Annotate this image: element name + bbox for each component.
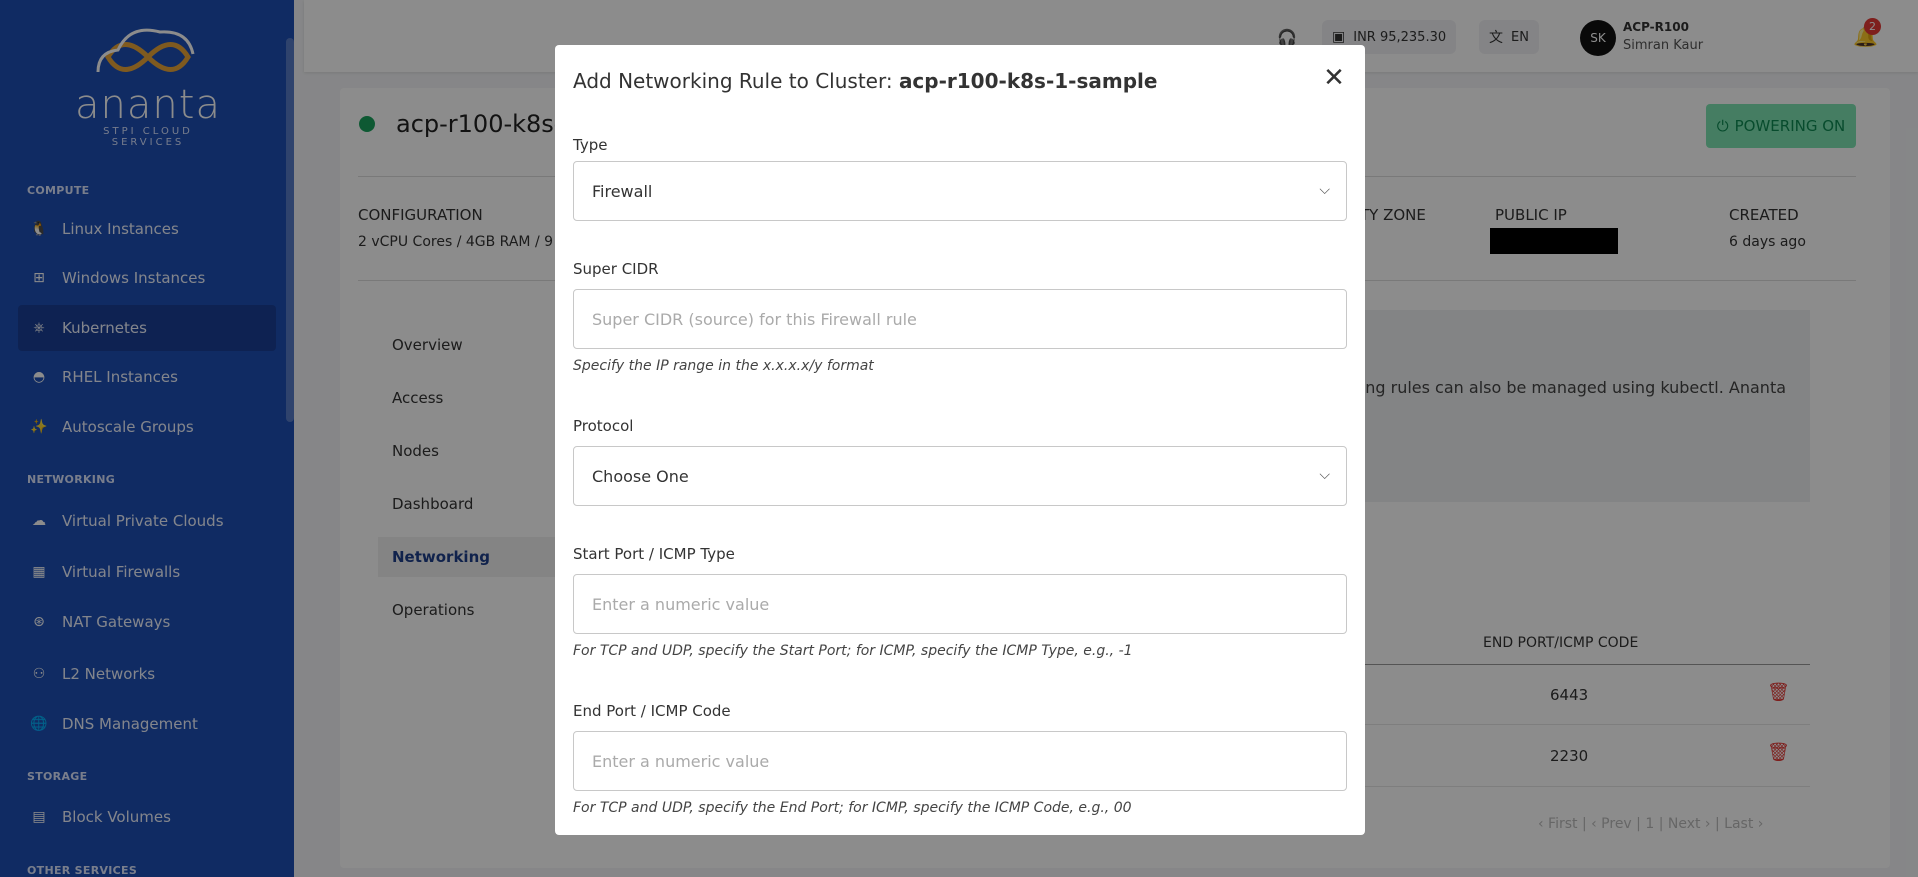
- modal-title: Add Networking Rule to Cluster: acp-r100…: [573, 69, 1157, 93]
- chevron-down-icon: ⌵: [1319, 467, 1330, 483]
- cidr-label: Super CIDR: [573, 260, 659, 278]
- protocol-label: Protocol: [573, 417, 634, 435]
- modal-title-cluster: acp-r100-k8s-1-sample: [898, 69, 1158, 93]
- start-port-label: Start Port / ICMP Type: [573, 545, 735, 563]
- end-port-field[interactable]: [573, 731, 1347, 791]
- start-port-hint: For TCP and UDP, specify the Start Port;…: [573, 643, 1133, 659]
- protocol-select[interactable]: Choose One ⌵: [573, 446, 1347, 506]
- close-icon[interactable]: ✕: [1319, 63, 1349, 93]
- add-networking-rule-modal: Add Networking Rule to Cluster: acp-r100…: [555, 45, 1365, 835]
- protocol-selected-value: Choose One: [592, 466, 689, 486]
- super-cidr-field[interactable]: [573, 289, 1347, 349]
- end-port-input[interactable]: [592, 732, 1346, 790]
- chevron-down-icon: ⌵: [1319, 182, 1330, 198]
- type-select[interactable]: Firewall ⌵: [573, 161, 1347, 221]
- modal-title-prefix: Add Networking Rule to Cluster:: [573, 69, 899, 93]
- start-port-input[interactable]: [592, 575, 1346, 633]
- type-label: Type: [573, 136, 608, 154]
- cidr-hint: Specify the IP range in the x.x.x.x/y fo…: [573, 358, 874, 374]
- end-port-label: End Port / ICMP Code: [573, 702, 731, 720]
- super-cidr-input[interactable]: [592, 290, 1346, 348]
- end-port-hint: For TCP and UDP, specify the End Port; f…: [573, 800, 1132, 816]
- start-port-field[interactable]: [573, 574, 1347, 634]
- type-selected-value: Firewall: [592, 181, 653, 201]
